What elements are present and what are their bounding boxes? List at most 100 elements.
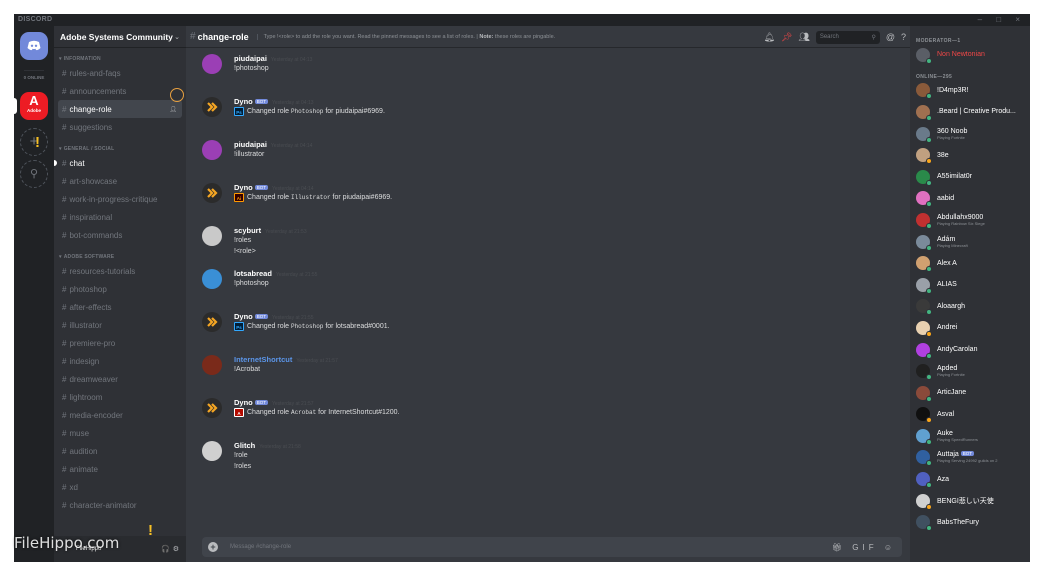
channel-name: indesign [69,356,100,366]
channel-chat[interactable]: # chat [54,154,182,172]
pin-icon[interactable]: 📌︎ [781,32,792,43]
member-item[interactable]: Asval [910,404,1030,426]
message-post: for InternetShortcut#1200. [316,409,400,416]
member-item[interactable]: ArticJane [910,382,1030,404]
search-input[interactable]: Search ⚲ [815,30,880,44]
member-item[interactable]: AndyCarolan [910,339,1030,361]
avatar[interactable] [202,269,222,289]
member-item[interactable]: BabsTheFury [910,511,1030,533]
message-pre: Changed role [247,108,291,115]
avatar[interactable] [202,398,222,418]
message-header: piudaipai Yesterday at 04:14 [234,140,910,149]
member-item[interactable]: ALIAS [910,274,1030,296]
member-item[interactable]: Aloaargh [910,296,1030,318]
message: InternetShortcut Yesterday at 21:57 !Acrob… [186,350,910,393]
author-name[interactable]: Glitch [234,441,255,450]
channel-rules-and-faqs[interactable]: # rules-and-faqs [58,64,182,82]
channel-premiere-pro[interactable]: # premiere-pro [58,334,182,352]
author-name[interactable]: InternetShortcut [234,355,292,364]
member-avatar [916,342,932,359]
avatar[interactable] [202,54,222,74]
author-name[interactable]: piudaipai [234,140,267,149]
member-item[interactable]: BENGI悲しい天使 [910,490,1030,512]
channel-lightroom[interactable]: # lightroom [58,388,182,406]
member-item[interactable]: !D4mp3R! [910,80,1030,102]
avatar[interactable] [202,97,222,117]
category-header[interactable]: GENERAL / SOCIAL [54,144,186,154]
member-item[interactable]: Adám Playing Minecraft [910,231,1030,253]
author-name[interactable]: Dyno [234,97,253,106]
channel-muse[interactable]: # muse [58,424,182,442]
help-icon[interactable]: ? [901,32,906,42]
channel-suggestions[interactable]: # suggestions [58,118,182,136]
member-item[interactable]: Auttaja BOT Playing Serving 24992 guilds o… [910,447,1030,469]
avatar[interactable] [202,312,222,332]
avatar[interactable] [202,441,222,461]
message-composer[interactable]: + Message #change-role 🎁︎ GIF ☺ [202,537,902,557]
author-name[interactable]: Dyno [234,312,253,321]
member-item[interactable]: Apded Playing Fortnite [910,360,1030,382]
status-indicator [926,93,932,100]
channel-art-showcase[interactable]: # art-showcase [58,172,182,190]
channel-media-encoder[interactable]: # media-encoder [58,406,182,424]
avatar[interactable] [202,355,222,375]
composer-icons[interactable]: 🎁︎ GIF ☺ [832,543,896,552]
channel-xd[interactable]: # xd [58,478,182,496]
author-name[interactable]: Dyno [234,183,253,192]
channel-inspirational[interactable]: # inspirational [58,208,182,226]
channel-indesign[interactable]: # indesign [58,352,182,370]
channel-announcements[interactable]: # announcements [58,82,182,100]
channel-change-role[interactable]: # change-role 👤︎ [58,100,182,118]
members-icon[interactable]: 👥︎ [798,32,809,43]
avatar[interactable] [202,226,222,246]
member-item[interactable]: 38e [910,144,1030,166]
message-pre: Changed role [247,323,291,330]
add-server-button[interactable]: + [20,128,48,156]
author-name[interactable]: piudaipai [234,54,267,63]
discord-window: DISCORD – □ × 0 ONLINE A Adobe + ! ⚲ Ado… [14,14,1030,562]
adobe-logo-text: Adobe [27,108,41,113]
category-header[interactable]: ADOBE SOFTWARE [54,252,186,262]
member-item[interactable]: Abdullahx9000 Playing Rainbow Six Siege [910,209,1030,231]
chevron-down-icon: ⌄ [174,33,180,41]
member-item[interactable]: Aza [910,468,1030,490]
channel-audition[interactable]: # audition [58,442,182,460]
avatar[interactable] [202,183,222,203]
member-item[interactable]: Auke Playing SpeedRunners [910,425,1030,447]
author-name[interactable]: scyburt [234,226,261,235]
window-controls[interactable]: – □ × [978,15,1026,24]
channel-resources-tutorials[interactable]: # resources-tutorials [58,262,182,280]
member-item[interactable]: Alex A [910,252,1030,274]
invite-icon[interactable]: 👤︎ [169,106,177,113]
upload-plus-icon[interactable]: + [208,542,218,552]
home-button[interactable] [20,32,48,60]
channel-after-effects[interactable]: # after-effects [58,298,182,316]
guild-adobe[interactable]: A Adobe [20,92,48,120]
member-item[interactable]: .Beard | Creative Produ... [910,101,1030,123]
channel-name: change-role [69,104,112,114]
member-item[interactable]: Non Newtonian [910,44,1030,66]
avatar[interactable] [202,140,222,160]
channel-animate[interactable]: # animate [58,460,182,478]
hash-icon: # [62,284,67,294]
member-info: 360 Noob Playing Fortnite [930,128,967,140]
author-name[interactable]: lotsabread [234,269,272,278]
member-info: A55imilat0r [930,173,972,180]
bell-icon[interactable]: 🔔︎ [764,32,775,43]
server-discovery-button[interactable]: ⚲ [20,160,48,188]
member-item[interactable]: Andrei [910,317,1030,339]
channel-work-in-progress-critique[interactable]: # work-in-progress-critique [58,190,182,208]
member-item[interactable]: aabid [910,188,1030,210]
user-controls[interactable]: 🎧⚙ [161,545,182,553]
member-item[interactable]: A55imilat0r [910,166,1030,188]
mention-icon[interactable]: @ [886,32,895,42]
channel-photoshop[interactable]: # photoshop [58,280,182,298]
category-header[interactable]: INFORMATION [54,54,186,64]
channel-dreamweaver[interactable]: # dreamweaver [58,370,182,388]
server-header[interactable]: Adobe Systems Community ⌄ [54,26,186,48]
author-name[interactable]: Dyno [234,398,253,407]
member-item[interactable]: 360 Noob Playing Fortnite [910,123,1030,145]
channel-illustrator[interactable]: # illustrator [58,316,182,334]
channel-bot-commands[interactable]: # bot-commands [58,226,182,244]
channel-character-animator[interactable]: # character-animator [58,496,182,514]
